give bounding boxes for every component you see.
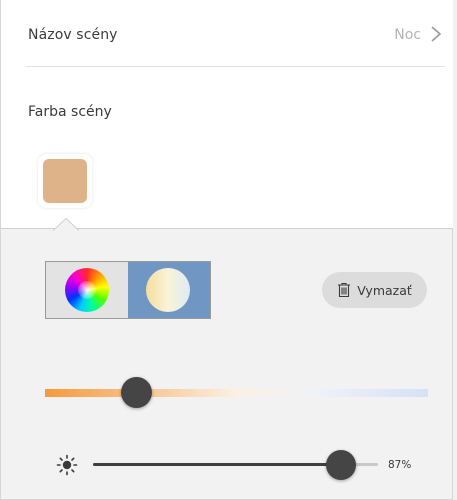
trash-icon — [338, 282, 351, 298]
swatch-fill — [43, 159, 87, 203]
scene-color-swatch[interactable] — [38, 154, 92, 208]
brightness-fill — [93, 463, 341, 466]
white-temperature-icon — [146, 268, 190, 312]
scene-name-label: Názov scény — [28, 27, 118, 43]
brightness-icon — [56, 454, 78, 476]
scene-settings-area: Názov scény Noc Farba scény — [1, 0, 453, 229]
scene-name-value: Noc — [394, 27, 421, 43]
scene-color-label: Farba scény — [28, 104, 112, 120]
color-wheel-icon — [65, 268, 109, 312]
clear-button[interactable]: Vymazať — [322, 272, 427, 308]
color-temperature-track[interactable] — [45, 389, 428, 397]
color-mode-selector — [45, 261, 211, 319]
chevron-right-icon — [431, 26, 442, 42]
brightness-knob[interactable] — [325, 450, 356, 480]
clear-button-label: Vymazať — [357, 282, 412, 298]
scene-name-row[interactable]: Názov scény Noc — [26, 0, 445, 67]
popover-pointer — [53, 218, 79, 231]
color-wheel-mode-button[interactable] — [46, 262, 128, 318]
white-temperature-mode-button[interactable] — [128, 262, 210, 318]
color-temperature-knob[interactable] — [121, 377, 153, 408]
scene-editor-panel: Názov scény Noc Farba scény Vymazať 87% — [0, 0, 453, 500]
brightness-value: 87% — [388, 459, 412, 471]
